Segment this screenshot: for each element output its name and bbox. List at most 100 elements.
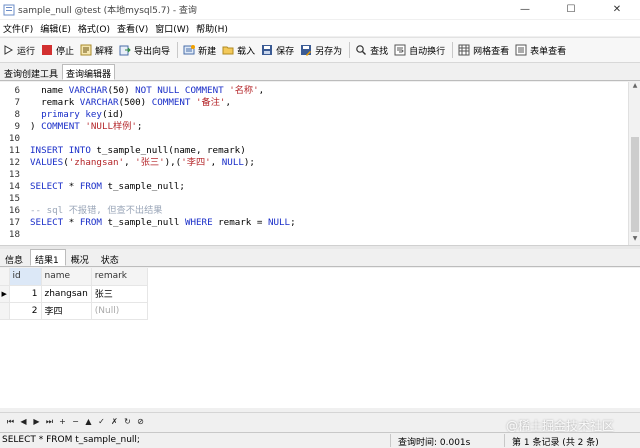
previous-record-icon[interactable]: ◀ [17, 417, 30, 426]
tab-info[interactable]: 信息 [0, 249, 30, 266]
last-record-icon[interactable]: ⏭ [43, 417, 56, 427]
tab-query-editor[interactable]: 查询编辑器 [62, 64, 116, 80]
code-line[interactable]: 17 SELECT * FROM t_sample_null WHERE rema… [0, 217, 628, 229]
cell-id[interactable]: 1 [9, 285, 42, 303]
find-button[interactable]: 查找 [353, 40, 392, 60]
new-button[interactable]: 新建 [181, 40, 220, 60]
auto-wrap-button[interactable]: 自动换行 [392, 40, 449, 60]
line-number: 7 [14, 97, 20, 108]
refresh-icon[interactable]: ↻ [121, 417, 134, 426]
menu-format[interactable]: 格式(O) [75, 22, 114, 35]
code-token: FROM [79, 217, 108, 228]
code-token: remark [30, 97, 80, 108]
scroll-down-icon[interactable]: ▼ [629, 235, 640, 245]
toolbar-separator [349, 42, 351, 58]
result-grid[interactable]: id name remark ▶ 1 zhangsan 张三 2 李四 (Nul… [0, 268, 640, 408]
apply-changes-icon[interactable]: ✓ [95, 417, 108, 426]
code-token: name [30, 85, 69, 96]
line-number: 17 [8, 217, 20, 228]
save-as-button[interactable]: 另存为 [298, 40, 346, 60]
stop-loading-icon[interactable]: ⊘ [134, 417, 147, 426]
add-record-icon[interactable]: + [56, 417, 69, 426]
column-header-id[interactable]: id [9, 268, 42, 286]
tab-status[interactable]: 状态 [96, 249, 126, 266]
cell-remark[interactable]: 张三 [91, 285, 148, 303]
explain-button[interactable]: 解释 [78, 40, 117, 60]
code-line[interactable]: 9) COMMENT 'NULL样例'; [0, 121, 628, 133]
delete-record-icon[interactable]: − [69, 417, 82, 426]
export-wizard-button[interactable]: 导出向导 [117, 40, 174, 60]
code-token: t_sample_null; [107, 181, 185, 192]
form-view-button[interactable]: 表单查看 [513, 40, 570, 60]
load-button[interactable]: 载入 [220, 40, 259, 60]
stop-button[interactable]: 停止 [39, 40, 78, 60]
tab-query-builder[interactable]: 查询创建工具 [0, 64, 62, 80]
first-record-icon[interactable]: ⏮ [4, 417, 17, 427]
maximize-button[interactable]: ☐ [548, 0, 594, 19]
status-sql: SELECT * FROM t_sample_null; [2, 435, 140, 445]
code-line[interactable]: 11 INSERT INTO t_sample_null(name, remark… [0, 145, 628, 157]
search-icon [356, 45, 367, 55]
code-token: ),( [164, 157, 182, 168]
menu-file[interactable]: 文件(F) [0, 22, 37, 35]
code-token: VALUES [30, 157, 64, 168]
code-line[interactable]: 14 SELECT * FROM t_sample_null; [0, 181, 628, 193]
code-token: COMMENT [151, 97, 196, 108]
menu-edit[interactable]: 编辑(E) [37, 22, 75, 35]
navicat-query-icon [3, 4, 15, 15]
line-number: 6 [14, 85, 20, 96]
code-text: SELECT * FROM t_sample_null; [30, 181, 185, 193]
minimize-button[interactable]: — [502, 0, 548, 19]
table-row[interactable]: ▶ 1 zhangsan 张三 [0, 285, 148, 303]
new-label: 新建 [198, 46, 217, 57]
line-number: 15 [8, 193, 20, 204]
play-icon [4, 45, 14, 55]
line-number: 14 [8, 181, 20, 192]
cell-remark-null[interactable]: (Null) [91, 302, 148, 320]
menu-view[interactable]: 查看(V) [114, 22, 152, 35]
cell-name[interactable]: 李四 [41, 302, 92, 320]
line-number: 8 [14, 109, 20, 120]
discard-changes-icon[interactable]: ✗ [108, 417, 121, 426]
menu-help[interactable]: 帮助(H) [193, 22, 232, 35]
editor-vertical-scrollbar[interactable]: ▲ ▼ [628, 82, 640, 245]
run-button[interactable]: 运行 [0, 40, 39, 60]
code-line[interactable]: 15 [0, 193, 628, 205]
sql-editor[interactable]: 6 name VARCHAR(50) NOT NULL COMMENT '名称'… [0, 82, 628, 245]
tab-result1[interactable]: 结果1 [30, 249, 66, 266]
code-token: VARCHAR [79, 97, 119, 108]
table-row[interactable]: 2 李四 (Null) [0, 302, 148, 320]
code-token: ); [243, 157, 255, 168]
code-line[interactable]: 6 name VARCHAR(50) NOT NULL COMMENT '名称'… [0, 85, 628, 97]
code-text: VALUES('zhangsan', '张三'),('李四', NULL); [30, 157, 255, 169]
code-line[interactable]: 8 primary key(id) [0, 109, 628, 121]
code-line[interactable]: 16 -- sql 不报错, 但查不出结果 [0, 205, 628, 217]
code-line[interactable]: 7 remark VARCHAR(500) COMMENT '备注', [0, 97, 628, 109]
cell-name[interactable]: zhangsan [41, 285, 92, 303]
scrollbar-thumb[interactable] [631, 137, 639, 232]
next-record-icon[interactable]: ▶ [30, 417, 43, 426]
move-up-icon[interactable]: ▲ [82, 417, 95, 426]
close-button[interactable]: ✕ [594, 0, 640, 19]
column-header-remark[interactable]: remark [91, 268, 148, 286]
save-button[interactable]: 保存 [259, 40, 298, 60]
cell-id[interactable]: 2 [9, 302, 42, 320]
column-header-name[interactable]: name [41, 268, 92, 286]
code-token: COMMENT [41, 121, 86, 132]
code-token: t_sample_null [107, 217, 185, 228]
code-line[interactable]: 18 [0, 229, 628, 241]
tab-profile[interactable]: 概况 [66, 249, 96, 266]
line-number: 10 [8, 133, 20, 144]
stop-label: 停止 [56, 46, 75, 57]
grid-view-button[interactable]: 网格查看 [456, 40, 513, 60]
code-line[interactable]: 13 [0, 169, 628, 181]
code-token: primary key [41, 109, 102, 120]
corner-cell [0, 268, 10, 286]
scroll-up-icon[interactable]: ▲ [629, 82, 640, 92]
auto-wrap-label: 自动换行 [409, 46, 446, 57]
menu-window[interactable]: 窗口(W) [152, 22, 193, 35]
form-view-label: 表单查看 [530, 46, 567, 57]
code-token: (id) [101, 109, 125, 120]
code-line[interactable]: 10 [0, 133, 628, 145]
code-line[interactable]: 12 VALUES('zhangsan', '张三'),('李四', NULL); [0, 157, 628, 169]
